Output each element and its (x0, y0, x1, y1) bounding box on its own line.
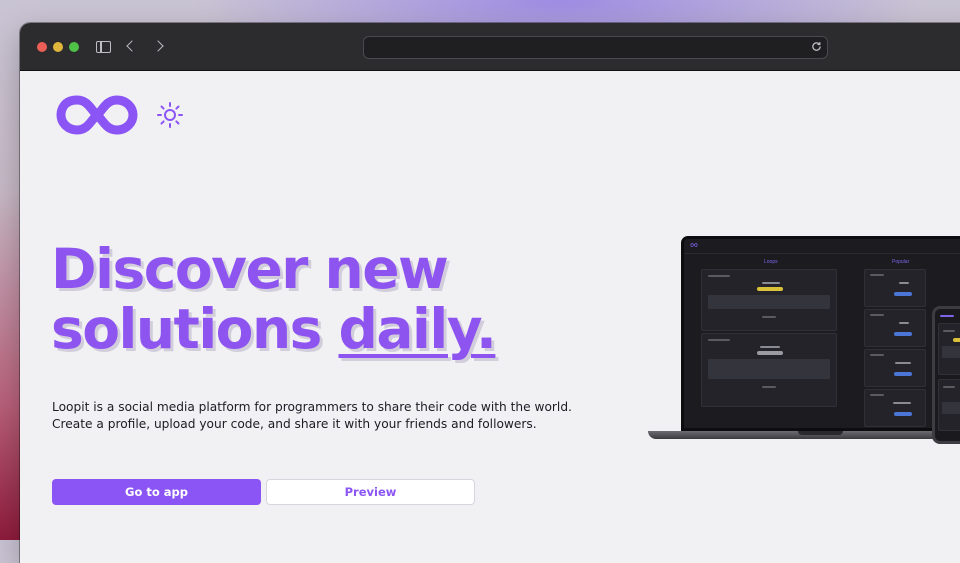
mockup-line (870, 394, 884, 396)
infinity-logo-icon[interactable] (55, 93, 139, 137)
mockup-popular-title: Popular (892, 259, 910, 265)
mockup-line (870, 354, 884, 356)
mockup-tag (757, 287, 783, 291)
headline-line-2: solutions (51, 297, 339, 361)
back-chevron-icon[interactable] (126, 40, 138, 52)
mockup-tag (894, 412, 912, 416)
reload-icon[interactable] (811, 41, 822, 52)
mockup-popular-card (864, 389, 926, 427)
maximize-window-button[interactable] (69, 42, 79, 52)
mockup-logo-icon (690, 243, 698, 247)
mockup-phone-card (938, 379, 960, 431)
sun-icon[interactable] (156, 101, 184, 129)
laptop-notch (798, 431, 843, 435)
headline-underlined-word: daily. (338, 297, 497, 361)
mockup-tag (953, 338, 960, 342)
mockup-code-block (942, 346, 960, 358)
go-to-app-button[interactable]: Go to app (52, 479, 261, 505)
phone-mockup (932, 306, 960, 444)
browser-window: Discover new solutions daily. Loopit is … (20, 23, 960, 563)
mockup-popular-card (864, 349, 926, 387)
laptop-screen: Loops Popular (681, 236, 960, 431)
mockup-line (943, 386, 955, 388)
description-line-1: Loopit is a social media platform for pr… (52, 400, 572, 414)
mockup-line (870, 314, 884, 316)
mockup-line (760, 346, 780, 348)
mockup-line (899, 322, 909, 324)
mockup-code-block (708, 359, 830, 379)
forward-chevron-icon[interactable] (152, 40, 164, 52)
mockup-code-block (942, 402, 960, 414)
mockup-line (893, 402, 911, 404)
minimize-window-button[interactable] (53, 42, 63, 52)
mockup-phone-card (938, 323, 960, 375)
hero-description: Loopit is a social media platform for pr… (52, 399, 612, 433)
headline-line-1: Discover new (51, 237, 449, 301)
mockup-line (762, 282, 780, 284)
mockup-app-header (684, 239, 960, 254)
mockup-tag (757, 351, 783, 355)
browser-titlebar (20, 23, 960, 71)
mockup-tag (894, 332, 912, 336)
mockup-line (762, 386, 776, 388)
mockup-line (899, 282, 909, 284)
mockup-tag (894, 292, 912, 296)
mockup-popular-card (864, 269, 926, 307)
mockup-line (762, 316, 776, 318)
mockup-line (940, 315, 954, 317)
address-bar[interactable] (363, 36, 828, 59)
mockup-popular-card (864, 309, 926, 347)
sidebar-toggle-icon[interactable] (96, 41, 111, 53)
mockup-code-block (708, 295, 830, 309)
preview-button[interactable]: Preview (266, 479, 475, 505)
mockup-line (943, 330, 955, 332)
description-line-2: Create a profile, upload your code, and … (52, 417, 537, 431)
mockup-line (870, 274, 884, 276)
mockup-line (708, 275, 730, 277)
mockup-loops-title: Loops (764, 259, 778, 265)
mockup-loop-card (701, 333, 837, 407)
mockup-line (895, 362, 911, 364)
mockup-loop-card (701, 269, 837, 331)
mockup-tag (894, 372, 912, 376)
page-content: Discover new solutions daily. Loopit is … (20, 71, 960, 563)
mockup-line (708, 339, 730, 341)
hero-headline: Discover new solutions daily. (51, 237, 497, 361)
close-window-button[interactable] (37, 42, 47, 52)
